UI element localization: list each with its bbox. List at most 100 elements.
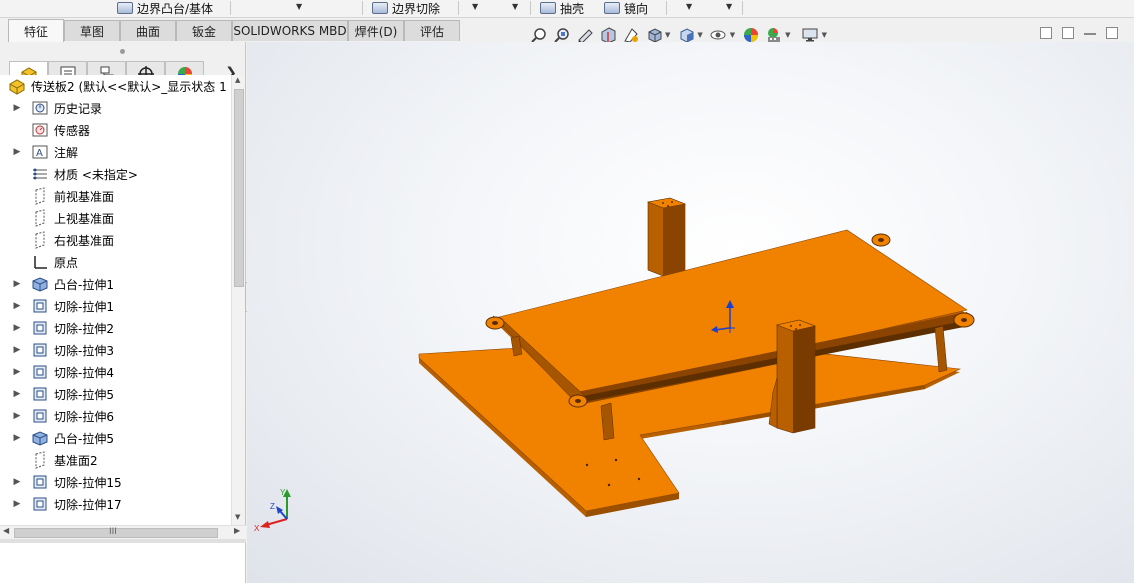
tree-item[interactable]: 基准面2 (0, 449, 231, 471)
ribbon-dropdown-arrow[interactable]: ▼ (726, 2, 732, 11)
expand-arrow-icon[interactable]: ▶ (12, 147, 22, 157)
expand-arrow-icon[interactable]: ▶ (12, 433, 22, 443)
scroll-up-arrow[interactable]: ▲ (235, 76, 240, 84)
tree-item-label: 切除-拉伸15 (54, 475, 122, 490)
tree-item[interactable]: ▶ 切除-拉伸2 (0, 317, 231, 339)
tree-item[interactable]: ▶ 切除-拉伸1 (0, 295, 231, 317)
expand-arrow-icon[interactable]: ▶ (12, 323, 22, 333)
cut-extrude-icon (31, 473, 49, 491)
tab-sheet-metal[interactable]: 钣金 (176, 20, 232, 41)
tree-item[interactable]: ▶ 切除-拉伸4 (0, 361, 231, 383)
history-icon (31, 99, 49, 117)
tree-item-label: 切除-拉伸1 (54, 299, 114, 314)
tree-item-label: 前视基准面 (54, 189, 115, 204)
plane-icon (31, 231, 49, 249)
bottom-model-tabs (0, 539, 246, 543)
ribbon-dropdown-arrow[interactable]: ▼ (472, 2, 478, 11)
expand-arrow-icon[interactable]: ▶ (12, 477, 22, 487)
expand-arrow-icon[interactable]: ▶ (12, 411, 22, 421)
svg-text:A: A (36, 148, 43, 159)
graphics-area[interactable]: X Y Z (247, 42, 1134, 583)
tree-item-label: 历史记录 (54, 101, 103, 116)
tree-item[interactable]: ▶ 切除-拉伸15 (0, 471, 231, 493)
tree-item[interactable]: ▶ 凸台-拉伸1 (0, 273, 231, 295)
tree-item[interactable]: 传感器 (0, 119, 231, 141)
tree-item[interactable]: ▶ 凸台-拉伸5 (0, 427, 231, 449)
tile-right-button[interactable] (1062, 27, 1074, 39)
scrollbar-thumb[interactable] (234, 89, 244, 287)
tree-item[interactable]: ▶ 切除-拉伸3 (0, 339, 231, 361)
cut-extrude-icon (31, 363, 49, 381)
tree-item-label: 材质 <未指定> (54, 167, 138, 182)
ribbon-separator (362, 1, 363, 15)
tree-vertical-scrollbar[interactable]: ▲ ▼ (231, 75, 245, 525)
tab-features[interactable]: 特征 (8, 19, 64, 42)
hide-show-dropdown[interactable]: ▼ (730, 31, 735, 39)
command-manager-tabs: 特征 草图 曲面 钣金 SOLIDWORKS MBD 焊件(D) 评估 (0, 18, 470, 42)
triad-y-label: Y (280, 488, 286, 497)
scrollbar-thumb[interactable]: III (14, 527, 218, 538)
expand-arrow-icon[interactable]: ▶ (12, 389, 22, 399)
tree-item[interactable]: ▶ A 注解 (0, 141, 231, 163)
cut-extrude-icon (31, 297, 49, 315)
expand-arrow-icon[interactable]: ▶ (12, 301, 22, 311)
tree-item[interactable]: ▶ 历史记录 (0, 97, 231, 119)
restore-button[interactable] (1106, 27, 1118, 39)
tree-item[interactable]: ▶ 切除-拉伸5 (0, 383, 231, 405)
plane-icon (31, 451, 49, 469)
part-icon (8, 77, 26, 95)
minimize-button[interactable] (1084, 27, 1096, 35)
tree-item[interactable]: 原点 (0, 251, 231, 273)
mirror-button[interactable]: 镜向 (604, 0, 648, 16)
tree-item-label: 切除-拉伸4 (54, 365, 114, 380)
ribbon-dropdown-arrow[interactable]: ▼ (686, 2, 692, 11)
view-settings-dropdown[interactable]: ▼ (822, 31, 827, 39)
plane-icon (31, 209, 49, 227)
scroll-right-arrow[interactable]: ▶ (234, 526, 240, 535)
expand-arrow-icon[interactable]: ▶ (12, 103, 22, 113)
tree-item[interactable]: 右视基准面 (0, 229, 231, 251)
shell-button[interactable]: 抽壳 (540, 0, 584, 16)
panel-collapse-grip[interactable] (0, 42, 245, 60)
scene-dropdown[interactable]: ▼ (785, 31, 790, 39)
boundary-boss-button[interactable]: 边界凸台/基体 (117, 0, 213, 16)
tree-item[interactable]: 前视基准面 (0, 185, 231, 207)
ribbon-separator (230, 1, 231, 15)
mirror-icon (604, 2, 620, 14)
tab-mbd[interactable]: SOLIDWORKS MBD (232, 20, 348, 41)
tree-item-label: 基准面2 (54, 453, 98, 468)
tree-item-label: 切除-拉伸3 (54, 343, 114, 358)
tree-item[interactable]: 上视基准面 (0, 207, 231, 229)
conveyor-plate-model[interactable] (247, 42, 1134, 583)
scroll-left-arrow[interactable]: ◀ (3, 526, 9, 535)
tree-item-label: 凸台-拉伸5 (54, 431, 114, 446)
display-style-dropdown[interactable]: ▼ (697, 31, 702, 39)
scroll-down-arrow[interactable]: ▼ (235, 513, 240, 521)
document-window-controls (1040, 27, 1118, 39)
tab-surfaces[interactable]: 曲面 (120, 20, 176, 41)
tree-root-part[interactable]: 传送板2 (默认<<默认>_显示状态 1 (0, 75, 231, 97)
tree-item-label: 切除-拉伸17 (54, 497, 122, 512)
tab-evaluate[interactable]: 评估 (404, 20, 460, 41)
expand-arrow-icon[interactable]: ▶ (12, 499, 22, 509)
tree-item-label: 凸台-拉伸1 (54, 277, 114, 292)
annotation-icon: A (31, 143, 49, 161)
ribbon-dropdown-arrow[interactable]: ▼ (512, 2, 518, 11)
tab-sketch[interactable]: 草图 (64, 20, 120, 41)
tree-item[interactable]: ▶ 切除-拉伸6 (0, 405, 231, 427)
boundary-cut-button[interactable]: 边界切除 (372, 0, 440, 16)
triad-x-label: X (254, 524, 260, 533)
view-orientation-dropdown[interactable]: ▼ (665, 31, 670, 39)
tree-item-label: 切除-拉伸6 (54, 409, 114, 424)
ribbon-dropdown-arrow[interactable]: ▼ (296, 2, 302, 11)
material-icon (31, 165, 49, 183)
tree-item-label: 切除-拉伸5 (54, 387, 114, 402)
expand-arrow-icon[interactable]: ▶ (12, 279, 22, 289)
expand-arrow-icon[interactable]: ▶ (12, 345, 22, 355)
tree-horizontal-scrollbar[interactable]: ◀ III ▶ (0, 525, 246, 539)
tree-item[interactable]: ▶ 切除-拉伸17 (0, 493, 231, 515)
tab-weldments[interactable]: 焊件(D) (348, 20, 404, 41)
expand-arrow-icon[interactable]: ▶ (12, 367, 22, 377)
tree-item[interactable]: 材质 <未指定> (0, 163, 231, 185)
tile-left-button[interactable] (1040, 27, 1052, 39)
